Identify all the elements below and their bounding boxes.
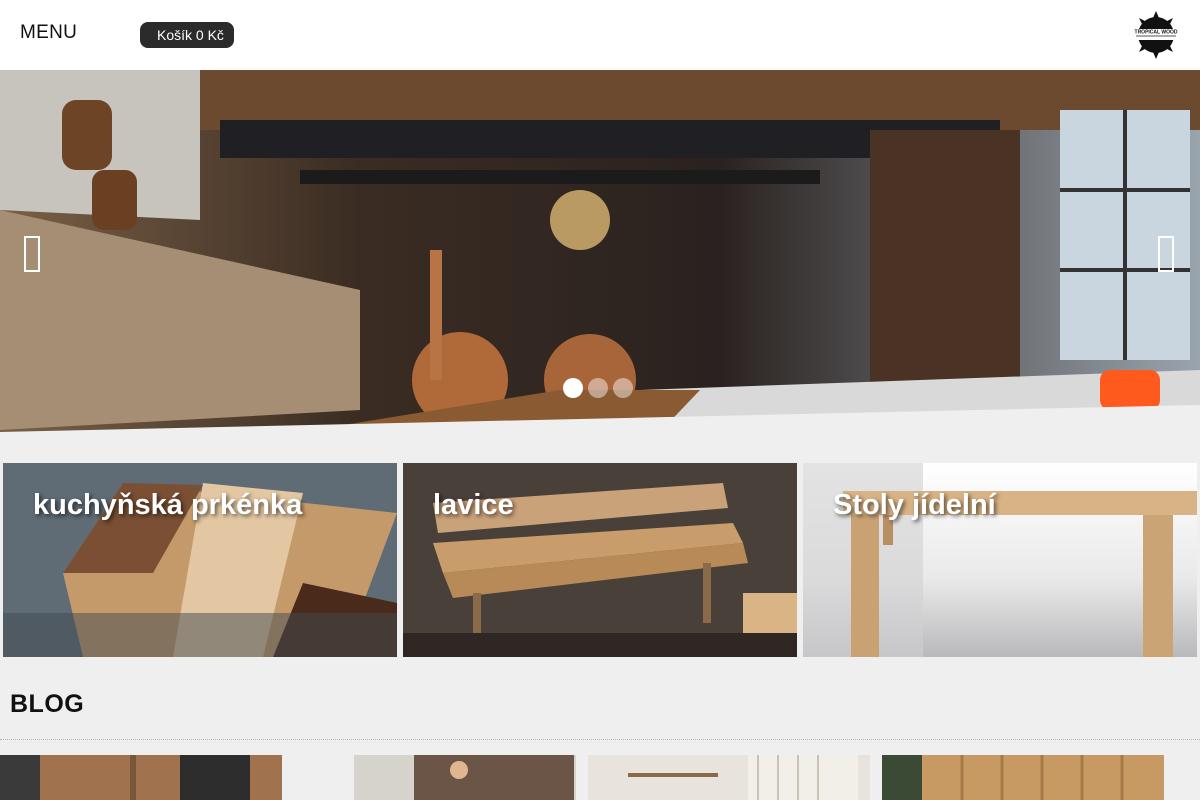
svg-text:TROPICAL WOOD: TROPICAL WOOD (1135, 30, 1178, 36)
category-title: Stoly jídelní (833, 489, 996, 521)
category-tile-cutting-boards[interactable]: kuchyňská prkénka (3, 463, 397, 657)
hero-slider (0, 70, 1200, 432)
slider-dot-2[interactable] (588, 378, 608, 398)
blog-card-1[interactable] (0, 755, 282, 800)
blog-card-3[interactable] (588, 755, 870, 800)
slider-pagination (563, 378, 633, 398)
cart-button[interactable]: Košík 0 Kč (140, 22, 234, 48)
blog-divider (0, 739, 1200, 740)
category-tiles: kuchyňská prkénka lavice Stoly jídelní (3, 463, 1197, 657)
slider-dot-1[interactable] (563, 378, 583, 398)
slider-dot-3[interactable] (613, 378, 633, 398)
tropical-wood-logo[interactable]: TROPICAL WOOD (1130, 9, 1182, 61)
chevron-left-icon (24, 236, 40, 272)
blog-image-4 (882, 755, 1164, 800)
slider-next-button[interactable] (1152, 230, 1180, 278)
site-header: MENU Košík 0 Kč TROPICAL WOOD (0, 0, 1200, 70)
blog-card-4[interactable] (882, 755, 1164, 800)
chevron-right-icon (1158, 236, 1174, 272)
category-tile-benches[interactable]: lavice (403, 463, 797, 657)
category-tile-dining-tables[interactable]: Stoly jídelní (803, 463, 1197, 657)
menu-button[interactable]: MENU (20, 22, 77, 44)
blog-heading: BLOG (10, 690, 85, 718)
blog-image-1 (0, 755, 282, 800)
blog-image-3 (588, 755, 870, 800)
blog-card-2[interactable] (294, 755, 576, 800)
category-title: kuchyňská prkénka (33, 489, 303, 521)
blog-image-2 (294, 755, 576, 800)
slider-prev-button[interactable] (18, 230, 46, 278)
category-title: lavice (433, 489, 514, 521)
